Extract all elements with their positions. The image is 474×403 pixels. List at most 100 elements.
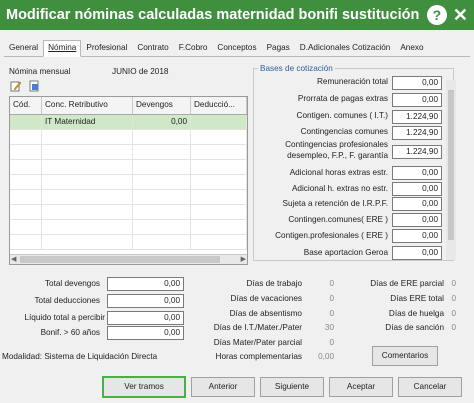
dias-trabajo-label: Días de trabajo (246, 279, 302, 288)
bases-label-cont-comunes: Contingencias comunes (300, 127, 388, 136)
tab-pagas[interactable]: Pagas (262, 40, 295, 57)
dias-huelga-value: 0 (451, 309, 456, 318)
bases-vertical-scrollbar[interactable] (446, 80, 456, 260)
tab-datos-adicionales[interactable]: D.Adicionales Cotización (295, 40, 396, 57)
tab-nomina[interactable]: Nómina (43, 40, 82, 57)
dias-absentismo-label: Días de absentismo (229, 309, 302, 318)
horas-complementarias-value: 0,00 (318, 352, 334, 361)
bases-title: Bases de cotización (258, 64, 335, 73)
bases-field-remuneracion[interactable]: 0,00 (392, 76, 442, 90)
col-header-deducciones[interactable]: Deducció... (191, 97, 247, 114)
tab-conceptos[interactable]: Conceptos (212, 40, 261, 57)
bases-field-horas-extras-no-estr[interactable]: 0,00 (392, 182, 442, 196)
dias-vacaciones-value: 0 (329, 294, 334, 303)
scroll-left-icon[interactable]: ◀ (11, 255, 16, 263)
dias-sancion-value: 0 (451, 323, 456, 332)
total-deducciones-field[interactable]: 0,00 (107, 294, 184, 308)
cell-concepto: IT Maternidad (42, 115, 133, 129)
table-row-empty[interactable] (10, 205, 247, 220)
cancelar-button[interactable]: Cancelar (398, 377, 462, 397)
bases-label-remuneracion: Remuneración total (317, 77, 388, 86)
window-title: Modificar nóminas calculadas maternidad … (6, 7, 420, 23)
modalidad-text: Modalidad: Sistema de Liquidación Direct… (2, 352, 158, 361)
anterior-button[interactable]: Anterior (191, 377, 255, 397)
help-icon[interactable]: ? (426, 5, 447, 25)
total-deducciones-label: Total deducciones (34, 296, 100, 305)
dias-absentismo-value: 0 (329, 309, 334, 318)
bases-field-cont-comunes[interactable]: 1.224,90 (392, 126, 442, 140)
total-devengos-label: Total devengos (44, 279, 100, 288)
cell-devengos: 0,00 (133, 115, 191, 129)
table-row-empty[interactable] (10, 145, 247, 160)
bases-field-profesionales-ere[interactable]: 0,00 (392, 229, 442, 243)
bases-field-irpf[interactable]: 0,00 (392, 197, 442, 211)
concepts-grid[interactable]: Cód. Conc. Retributivo Devengos Deducció… (9, 96, 248, 265)
dias-trabajo-value: 0 (329, 279, 334, 288)
table-row-empty[interactable] (10, 130, 247, 145)
table-row[interactable]: IT Maternidad 0,00 (10, 115, 247, 130)
cell-deducciones (191, 115, 247, 129)
bases-label-horas-extras-no-estr: Adicional h. extras no estr. (291, 184, 388, 193)
aceptar-button[interactable]: Aceptar (329, 377, 393, 397)
liquido-total-label: Líquido total a percibir (24, 313, 105, 322)
bases-field-prorrata[interactable]: 0,00 (392, 93, 442, 107)
tab-fcobro[interactable]: F.Cobro (174, 40, 213, 57)
dias-huelga-label: Días de huelga (388, 309, 444, 318)
cell-cod (10, 115, 42, 129)
nomina-period: JUNIO de 2018 (112, 67, 169, 76)
dias-it-value: 30 (324, 323, 334, 332)
dias-it-label: Días de I.T./Mater./Pater (213, 323, 302, 332)
bases-label-irpf: Sujeta a retención de I.R.P.F. (282, 199, 388, 208)
dias-ere-total-label: Días ERE total (390, 294, 444, 303)
close-icon[interactable]: ✕ (453, 5, 468, 26)
bases-label-comunes-ere: Contingen.comunes( ERE ) (288, 215, 388, 224)
bases-label-prorrata: Prorrata de pagas extras (297, 94, 388, 103)
bases-label-profesionales-ere: Contigen.profesionales ( ERE ) (275, 231, 388, 240)
col-header-concepto[interactable]: Conc. Retributivo (42, 97, 133, 114)
scroll-thumb[interactable] (448, 90, 454, 240)
tab-bar: General Nómina Profesional Contrato F.Co… (4, 40, 470, 57)
siguiente-button[interactable]: Siguiente (260, 377, 324, 397)
bases-label-horas-extras-estr: Adicional horas extras estr. (289, 168, 388, 177)
table-row-empty[interactable] (10, 160, 247, 175)
tab-anexo[interactable]: Anexo (395, 40, 428, 57)
table-row-empty[interactable] (10, 190, 247, 205)
tab-general[interactable]: General (4, 40, 43, 57)
dias-sancion-label: Días de sanción (385, 323, 444, 332)
bases-field-contigen-it[interactable]: 1.224,90 (392, 110, 442, 124)
bases-label-cont-profesionales-2: desempleo, F.P., F. garantía (287, 151, 388, 160)
nomina-label: Nómina mensual (9, 67, 71, 76)
table-row-empty[interactable] (10, 220, 247, 235)
bonif-60-label: Bonif. > 60 años (40, 328, 100, 337)
liquido-total-field[interactable]: 0,00 (107, 311, 184, 325)
bases-label-contigen-it: Contigen. comunes ( I.T.) (296, 111, 388, 120)
comentarios-button[interactable]: Comentarios (372, 346, 438, 366)
document-icon[interactable] (28, 80, 40, 92)
horas-complementarias-label: Horas complementarias (215, 352, 302, 361)
total-devengos-field[interactable]: 0,00 (107, 277, 184, 291)
title-bar: Modificar nóminas calculadas maternidad … (0, 0, 474, 30)
bases-field-cont-profesionales[interactable]: 1.224,90 (392, 145, 442, 159)
grid-header: Cód. Conc. Retributivo Devengos Deducció… (10, 97, 247, 115)
scroll-right-icon[interactable]: ▶ (241, 255, 246, 263)
scroll-thumb[interactable] (20, 256, 220, 263)
grid-horizontal-scrollbar[interactable]: ◀ ▶ (10, 254, 247, 264)
bases-field-comunes-ere[interactable]: 0,00 (392, 213, 442, 227)
bases-label-geroa: Base aportacion Geroa (303, 248, 388, 257)
bases-field-geroa[interactable]: 0,00 (392, 246, 442, 260)
tab-contrato[interactable]: Contrato (132, 40, 173, 57)
dias-vacaciones-label: Días de vacaciones (230, 294, 302, 303)
dias-mater-parcial-label: Días Mater/Pater parcial (213, 338, 302, 347)
bases-label-cont-profesionales: Contingencias profesionales (285, 140, 388, 149)
dias-ere-parcial-label: Días de ERE parcial (370, 279, 444, 288)
table-row-empty[interactable] (10, 235, 247, 250)
edit-icon[interactable] (10, 80, 22, 92)
bases-field-horas-extras-estr[interactable]: 0,00 (392, 166, 442, 180)
table-row-empty[interactable] (10, 175, 247, 190)
dias-ere-total-value: 0 (451, 294, 456, 303)
ver-tramos-button[interactable]: Ver tramos (102, 376, 186, 398)
col-header-cod[interactable]: Cód. (10, 97, 42, 114)
col-header-devengos[interactable]: Devengos (133, 97, 191, 114)
tab-profesional[interactable]: Profesional (81, 40, 132, 57)
bonif-60-field[interactable]: 0,00 (107, 326, 184, 340)
